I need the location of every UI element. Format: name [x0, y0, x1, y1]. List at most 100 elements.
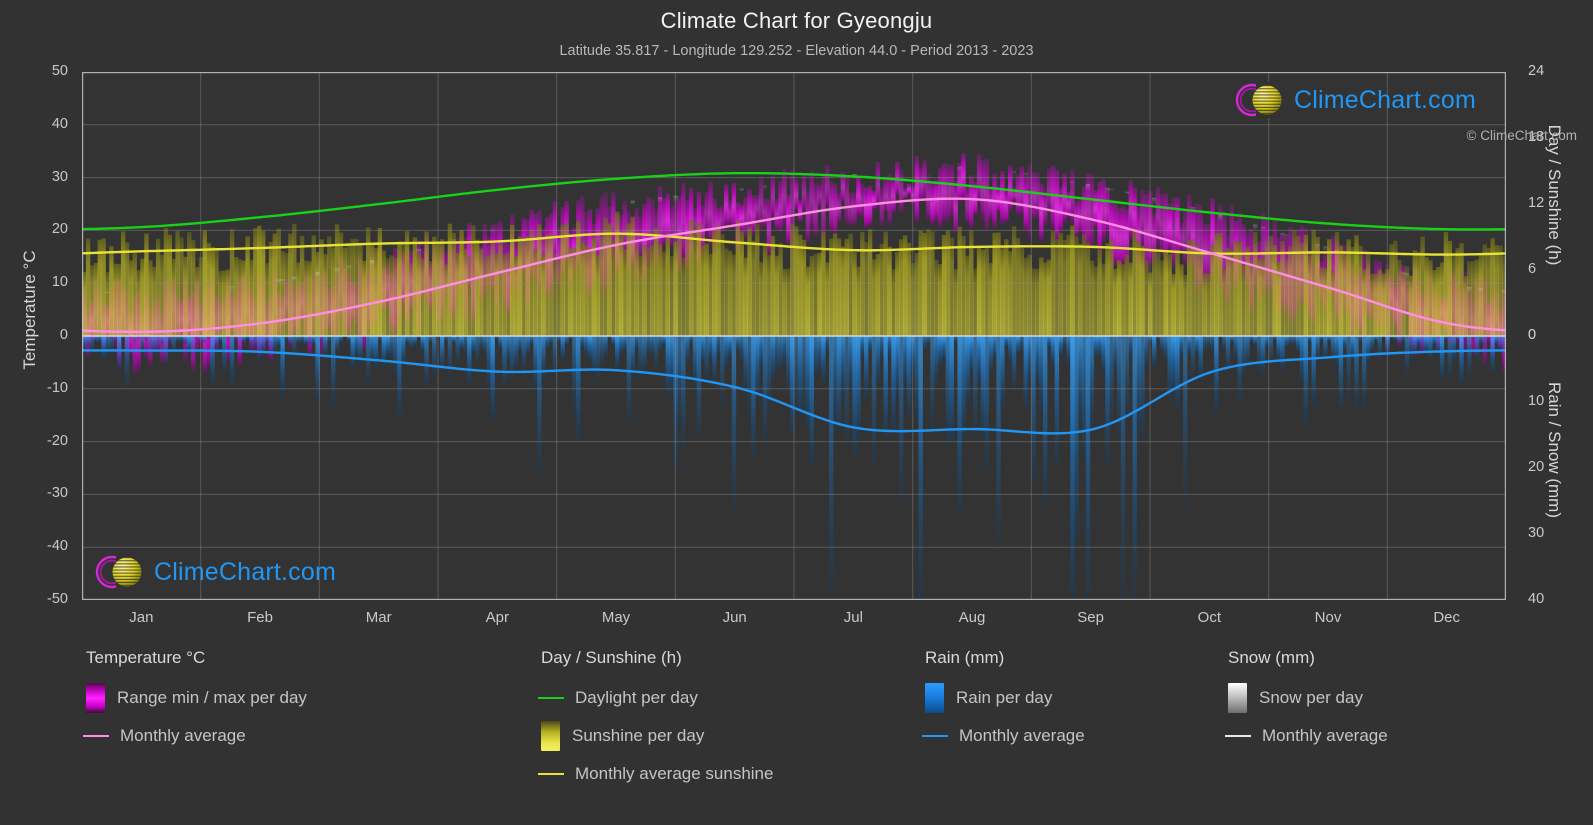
sunshine-bar	[1330, 270, 1336, 336]
sunshine-bar	[731, 254, 737, 336]
rain-bar	[1070, 336, 1075, 600]
sunshine-bar	[782, 268, 787, 336]
sunshine-bar	[1113, 268, 1118, 336]
rain-bar	[1490, 336, 1495, 373]
sunshine-bar	[864, 241, 869, 336]
legend-item[interactable]: Snow per day	[1228, 679, 1388, 717]
rain-bar	[525, 336, 530, 356]
legend-item[interactable]: Range min / max per day	[86, 679, 307, 717]
rain-bar	[712, 336, 717, 382]
rain-bar	[1350, 336, 1355, 361]
sunshine-bar	[914, 253, 919, 336]
legend-item[interactable]: Rain per day	[925, 679, 1085, 717]
sunshine-bar	[836, 238, 842, 336]
sunshine-bar	[794, 226, 799, 336]
sunshine-bar	[996, 232, 1001, 336]
sunshine-bar	[1078, 243, 1083, 336]
sunshine-bar	[1280, 241, 1285, 336]
sunshine-bar	[883, 231, 888, 336]
sunshine-bar	[319, 239, 324, 336]
legend-item[interactable]: Monthly average	[922, 717, 1085, 755]
rain-bar	[1253, 336, 1258, 347]
sunshine-bar	[1323, 268, 1328, 336]
rain-bar	[1132, 336, 1137, 600]
rain-bar	[369, 336, 375, 362]
rain-bar	[821, 336, 826, 382]
sunshine-bar	[1299, 242, 1305, 336]
ticks-x-label: May	[601, 609, 631, 626]
sunshine-bar	[1229, 250, 1235, 336]
legend-item[interactable]: Monthly average	[1225, 717, 1388, 755]
rain-bar	[1105, 336, 1110, 467]
ticks-x-label: Oct	[1197, 609, 1221, 626]
sunshine-bar	[455, 252, 460, 336]
sunshine-bar	[490, 242, 495, 336]
sunshine-bar	[1093, 266, 1098, 336]
sunshine-bar	[727, 250, 733, 336]
temperature-range-bar	[906, 183, 912, 195]
rain-bar	[1400, 336, 1406, 344]
sunshine-bar	[331, 247, 336, 336]
legend-item[interactable]: Daylight per day	[538, 679, 773, 717]
sunshine-bar	[144, 233, 149, 336]
temperature-range-bar	[1004, 188, 1009, 223]
sunshine-bar	[576, 220, 581, 336]
rain-bar	[210, 336, 215, 386]
temperature-range-bar	[794, 179, 799, 211]
sunshine-bar	[1136, 241, 1141, 336]
rain-bar	[338, 336, 344, 343]
sunshine-bar	[1346, 239, 1351, 336]
sunshine-bar	[245, 236, 250, 336]
y-axis-right-bottom-title: Rain / Snow (mm)	[1545, 381, 1564, 519]
rain-bar	[1202, 336, 1207, 353]
rain-bar	[1078, 336, 1083, 422]
legend-item[interactable]: Sunshine per day	[541, 717, 773, 755]
sunshine-bar	[1350, 246, 1355, 336]
rain-bar	[1109, 336, 1114, 429]
legend-item[interactable]: Monthly average sunshine	[538, 755, 774, 793]
sunshine-bar	[1140, 245, 1145, 336]
rain-bar	[572, 336, 577, 413]
temperature-range-bar	[813, 182, 818, 237]
sunshine-bar	[381, 250, 386, 336]
rain-bar	[774, 336, 779, 372]
sunshine-bar	[774, 255, 779, 336]
rain-bar	[751, 336, 756, 458]
legend-item[interactable]: Monthly average	[83, 717, 307, 755]
legend-group-title: Day / Sunshine (h)	[541, 648, 682, 667]
rain-bar	[661, 336, 667, 346]
rain-bar	[280, 336, 285, 395]
sunshine-bar	[692, 228, 698, 336]
legend-item-label: Monthly average sunshine	[575, 764, 774, 783]
rain-bar	[214, 336, 219, 349]
rain-bar	[1334, 336, 1340, 365]
snow-bar	[416, 248, 421, 254]
snow-bar	[346, 265, 351, 272]
line-rain-icon	[922, 735, 948, 737]
page-title: Climate Chart for Gyeongju	[660, 8, 933, 33]
temperature-range-bar	[708, 181, 713, 246]
rain-bar	[1198, 336, 1204, 381]
rain-bar	[1260, 336, 1266, 374]
rain-bar	[451, 336, 457, 344]
rain-bar	[1478, 336, 1484, 345]
snow-bar	[280, 278, 285, 283]
rain-bar	[1284, 336, 1289, 348]
rain-bar	[860, 336, 865, 358]
temperature-range-bar	[988, 186, 993, 220]
temperature-range-bar	[1113, 202, 1118, 267]
rain-bar	[1377, 336, 1382, 361]
rain-bar	[253, 336, 258, 348]
rain-bar	[755, 336, 760, 396]
rain-bar	[1163, 336, 1169, 360]
sunshine-bar	[1420, 236, 1425, 336]
sunshine-bar	[1424, 257, 1429, 336]
rain-bar	[1237, 336, 1242, 401]
sunshine-bar	[972, 268, 978, 336]
temperature-range-bar	[1039, 183, 1044, 242]
rain-bar	[996, 336, 1001, 551]
sunshine-bar	[762, 245, 768, 336]
rain-bar	[548, 336, 554, 345]
temperature-range-bar	[1101, 179, 1106, 241]
sunshine-bar	[502, 254, 507, 336]
